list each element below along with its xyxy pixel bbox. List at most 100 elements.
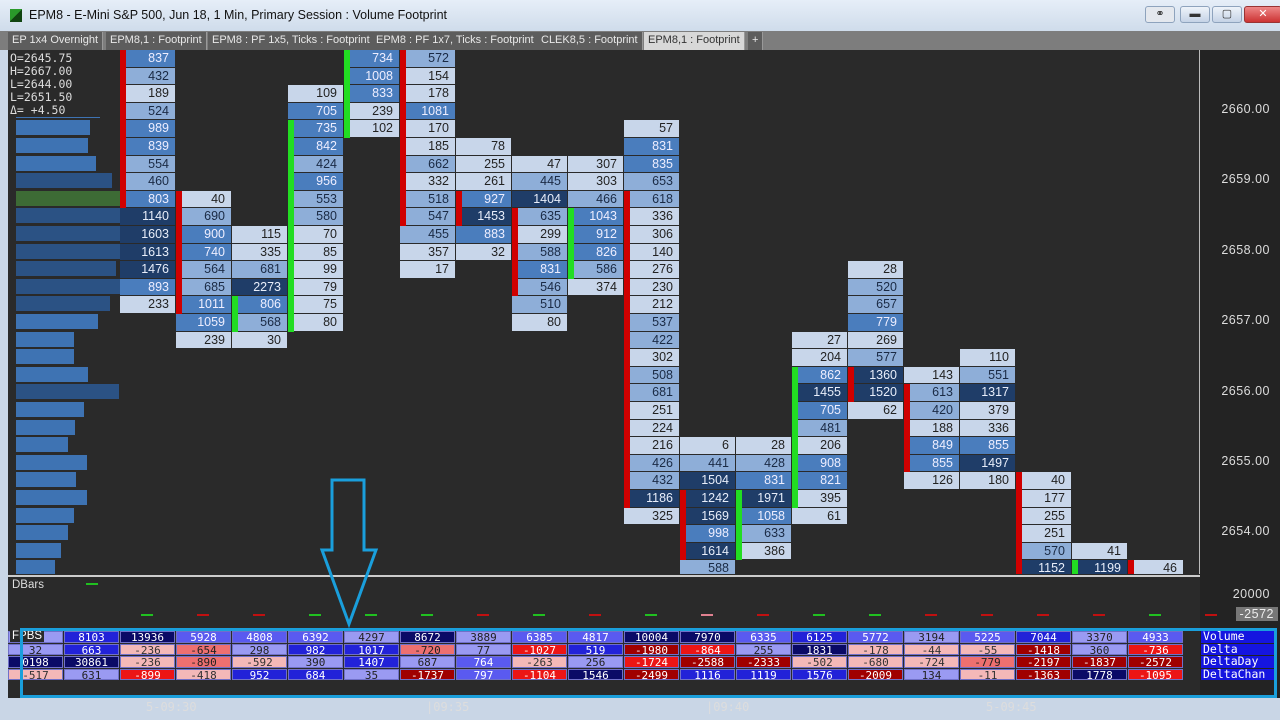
footprint-cell[interactable]: 185: [400, 138, 455, 155]
footprint-cell[interactable]: 806: [232, 296, 287, 313]
footprint-cell[interactable]: 481: [792, 419, 847, 437]
footprint-cell[interactable]: 189: [120, 85, 175, 102]
footprint-cell[interactable]: 70: [288, 226, 343, 243]
footprint-cell[interactable]: 99: [288, 261, 343, 278]
footprint-cell[interactable]: 180: [960, 472, 1015, 489]
footprint-cell[interactable]: 570: [1016, 542, 1071, 560]
footprint-cell[interactable]: 115: [232, 226, 287, 243]
footprint-cell[interactable]: 61: [792, 507, 847, 525]
new-tab-button[interactable]: +: [748, 32, 764, 50]
footprint-cell[interactable]: 657: [848, 296, 903, 313]
maximize-button[interactable]: ▢: [1212, 6, 1242, 23]
footprint-cell[interactable]: 893: [120, 278, 175, 296]
footprint-cell[interactable]: 1058: [736, 507, 791, 525]
footprint-cell[interactable]: 1140: [120, 208, 175, 225]
footprint-cell[interactable]: 568: [232, 314, 287, 331]
footprint-cell[interactable]: 1008: [344, 67, 399, 85]
footprint-cell[interactable]: 332: [400, 173, 455, 190]
footprint-cell[interactable]: 455: [400, 226, 455, 243]
tab-3[interactable]: EPM8 : PF 1x7, Ticks : Footprint: [372, 32, 539, 50]
footprint-cell[interactable]: 230: [624, 278, 679, 296]
footprint-cell[interactable]: 395: [792, 490, 847, 507]
footprint-cell[interactable]: 306: [624, 226, 679, 243]
footprint-cell[interactable]: 734: [344, 50, 399, 67]
footprint-cell[interactable]: 740: [176, 243, 231, 261]
footprint-cell[interactable]: 47: [512, 155, 567, 173]
footprint-cell[interactable]: 1603: [120, 226, 175, 243]
link-icon[interactable]: ⚭: [1145, 6, 1175, 23]
footprint-cell[interactable]: 2273: [232, 278, 287, 296]
footprint-cell[interactable]: 303: [568, 173, 623, 190]
footprint-cell[interactable]: 28: [848, 261, 903, 278]
footprint-cell[interactable]: 126: [904, 472, 959, 489]
footprint-cell[interactable]: 140: [624, 243, 679, 261]
footprint-cell[interactable]: 307: [568, 155, 623, 173]
footprint-cell[interactable]: 831: [736, 472, 791, 489]
footprint-cell[interactable]: 849: [904, 437, 959, 454]
footprint-cell[interactable]: 30: [232, 331, 287, 349]
footprint-cell[interactable]: 177: [1016, 490, 1071, 507]
footprint-cell[interactable]: 1404: [512, 190, 567, 208]
footprint-cell[interactable]: 779: [848, 314, 903, 331]
footprint-cell[interactable]: 613: [904, 384, 959, 401]
tab-1[interactable]: EPM8,1 : Footprint: [106, 32, 207, 50]
footprint-cell[interactable]: 833: [344, 85, 399, 102]
footprint-cell[interactable]: 1613: [120, 243, 175, 261]
footprint-cell[interactable]: 588: [512, 243, 567, 261]
footprint-cell[interactable]: 835: [624, 155, 679, 173]
footprint-cell[interactable]: 821: [792, 472, 847, 489]
footprint-cell[interactable]: 653: [624, 173, 679, 190]
footprint-cell[interactable]: 46: [1128, 560, 1183, 574]
footprint-cell[interactable]: 255: [456, 155, 511, 173]
footprint-cell[interactable]: 79: [288, 278, 343, 296]
footprint-cell[interactable]: 1497: [960, 454, 1015, 472]
footprint-cell[interactable]: 27: [792, 331, 847, 349]
footprint-cell[interactable]: 325: [624, 507, 679, 525]
footprint-cell[interactable]: 1504: [680, 472, 735, 489]
footprint-cell[interactable]: 216: [624, 437, 679, 454]
tab-0[interactable]: EP 1x4 Overnight: [8, 32, 104, 50]
footprint-cell[interactable]: 855: [960, 437, 1015, 454]
tab-4[interactable]: CLEK8,5 : Footprint: [537, 32, 643, 50]
footprint-cell[interactable]: 255: [1016, 507, 1071, 525]
footprint-cell[interactable]: 1520: [848, 384, 903, 401]
footprint-cell[interactable]: 685: [176, 278, 231, 296]
footprint-cell[interactable]: 261: [456, 173, 511, 190]
footprint-cell[interactable]: 1081: [400, 102, 455, 120]
footprint-cell[interactable]: 374: [568, 278, 623, 296]
footprint-cell[interactable]: 154: [400, 67, 455, 85]
dbars-panel[interactable]: DBars: [8, 575, 1217, 625]
footprint-cell[interactable]: 998: [680, 525, 735, 542]
footprint-cell[interactable]: 28: [736, 437, 791, 454]
footprint-cell[interactable]: 927: [456, 190, 511, 208]
footprint-cell[interactable]: 1242: [680, 490, 735, 507]
footprint-cell[interactable]: 80: [512, 314, 567, 331]
footprint-cell[interactable]: 432: [120, 67, 175, 85]
footprint-cell[interactable]: 251: [1016, 525, 1071, 542]
tab-5[interactable]: EPM8,1 : Footprint: [644, 32, 745, 50]
close-button[interactable]: ✕: [1244, 6, 1280, 23]
footprint-cell[interactable]: 618: [624, 190, 679, 208]
footprint-cell[interactable]: 577: [848, 349, 903, 366]
footprint-cell[interactable]: 460: [120, 173, 175, 190]
footprint-cell[interactable]: 572: [400, 50, 455, 67]
footprint-cell[interactable]: 524: [120, 102, 175, 120]
footprint-cell[interactable]: 441: [680, 454, 735, 472]
footprint-cell[interactable]: 110: [960, 349, 1015, 366]
footprint-cell[interactable]: 900: [176, 226, 231, 243]
footprint-cell[interactable]: 336: [624, 208, 679, 225]
footprint-cell[interactable]: 6: [680, 437, 735, 454]
footprint-cell[interactable]: 239: [176, 331, 231, 349]
footprint-cell[interactable]: 170: [400, 120, 455, 137]
footprint-cell[interactable]: 1453: [456, 208, 511, 225]
footprint-cell[interactable]: 1971: [736, 490, 791, 507]
footprint-cell[interactable]: 336: [960, 419, 1015, 437]
footprint-cell[interactable]: 831: [624, 138, 679, 155]
footprint-cell[interactable]: 432: [624, 472, 679, 489]
footprint-cell[interactable]: 251: [624, 402, 679, 419]
footprint-cell[interactable]: 705: [792, 402, 847, 419]
footprint-cell[interactable]: 379: [960, 402, 1015, 419]
footprint-cell[interactable]: 386: [736, 542, 791, 560]
footprint-cell[interactable]: 78: [456, 138, 511, 155]
footprint-cell[interactable]: 554: [120, 155, 175, 173]
